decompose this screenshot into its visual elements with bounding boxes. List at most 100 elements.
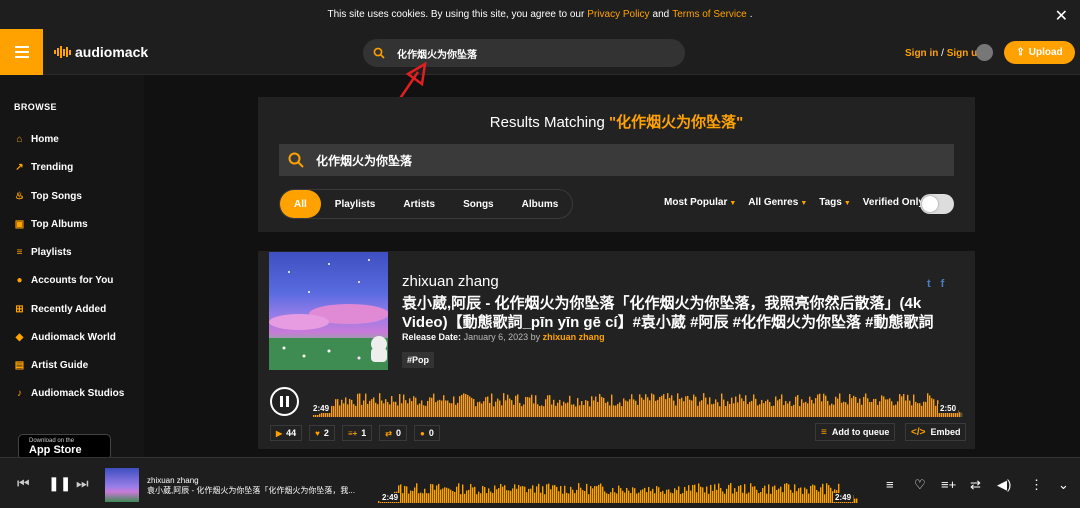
waveform-bar <box>550 489 552 503</box>
waveform-bar <box>801 399 803 417</box>
song-waveform[interactable] <box>313 387 963 417</box>
sidebar-item-home[interactable]: ⌂ Home <box>14 134 58 145</box>
tab-artists[interactable]: Artists <box>389 190 449 218</box>
song-title[interactable]: 袁小葳,阿辰 - 化作烟火为你坠落「化作烟火为你坠落，我照亮你然后散落」(4k … <box>402 294 967 332</box>
upload-label: Upload <box>1028 47 1063 58</box>
embed-button[interactable]: </> Embed <box>905 423 967 441</box>
sidebar-item-world[interactable]: ◆ Audiomack World <box>14 332 116 343</box>
waveform-bar <box>460 494 462 503</box>
sidebar-item-label: Top Albums <box>31 219 88 230</box>
sidebar-item-top-songs[interactable]: ♨ Top Songs <box>14 191 82 202</box>
tab-playlists[interactable]: Playlists <box>321 190 390 218</box>
waveform-bar <box>613 405 615 417</box>
waveform-bar <box>802 493 804 503</box>
close-icon[interactable]: ✕ <box>1055 6 1068 26</box>
adds-stat[interactable]: ≡+ 1 <box>341 425 373 441</box>
player-track-info[interactable]: zhixuan zhang 袁小葳,阿辰 - 化作烟火为你坠落「化作烟火为你坠落… <box>147 476 355 496</box>
genre-tag[interactable]: #Pop <box>402 352 435 368</box>
likes-stat[interactable]: ♥ 2 <box>309 425 335 441</box>
waveform-bar <box>361 404 363 417</box>
waveform-bar <box>687 395 689 417</box>
waveform-bar <box>481 403 483 417</box>
waveform-bar <box>493 406 495 417</box>
verified-only-toggle[interactable] <box>920 194 954 214</box>
sidebar-heading: BROWSE <box>14 102 57 112</box>
waveform-bar <box>589 406 591 417</box>
queue-icon[interactable]: ≡ <box>886 477 894 492</box>
sidebar-item-top-albums[interactable]: ▣ Top Albums <box>14 219 88 230</box>
waveform-bar <box>724 493 726 503</box>
waveform-bar <box>797 395 799 417</box>
sort-dropdown[interactable]: Most Popular ▼ <box>664 197 736 208</box>
waveform-bar <box>700 486 702 503</box>
header-search-value: 化作烟火为你坠落 <box>397 49 477 61</box>
waveform-bar <box>718 483 720 503</box>
waveform-bar <box>464 493 466 503</box>
tab-albums[interactable]: Albums <box>508 190 573 218</box>
waveform-bar <box>829 405 831 417</box>
tab-songs[interactable]: Songs <box>449 190 508 218</box>
twitter-icon[interactable]: t <box>927 278 931 290</box>
waveform-bar <box>454 491 456 503</box>
waveform-bar <box>672 493 674 503</box>
waveform-bar <box>467 394 469 417</box>
facebook-icon[interactable]: f <box>941 278 945 290</box>
verified-only-label: Verified Only <box>862 197 924 208</box>
waveform-bar <box>798 488 800 503</box>
waveform-bar <box>636 493 638 503</box>
sidebar-item-recently-added[interactable]: ⊞ Recently Added <box>14 304 106 315</box>
chevron-down-icon[interactable]: ⌄ <box>1058 477 1069 493</box>
plays-stat[interactable]: ▶ 44 <box>270 425 303 441</box>
volume-icon[interactable]: ◀) <box>997 477 1011 493</box>
upload-button[interactable]: ⇪ Upload <box>1004 41 1075 64</box>
waveform-bar <box>845 402 847 417</box>
comments-stat[interactable]: ● 0 <box>414 425 440 441</box>
sidebar-item-accounts[interactable]: ● Accounts for You <box>14 275 113 286</box>
waveform-bar <box>522 486 524 503</box>
waveform-bar <box>789 401 791 417</box>
repeat-icon[interactable]: ⇄ <box>970 477 981 493</box>
waveform-bar <box>814 485 816 503</box>
tags-dropdown[interactable]: Tags ▼ <box>819 197 851 208</box>
heart-icon[interactable]: ♡ <box>914 477 926 493</box>
waveform-bar <box>516 488 518 503</box>
sidebar-item-studios[interactable]: ♪ Audiomack Studios <box>14 388 124 399</box>
sidebar-item-artist-guide[interactable]: ▤ Artist Guide <box>14 360 88 371</box>
hamburger-menu-icon[interactable] <box>0 29 43 75</box>
privacy-policy-link[interactable]: Privacy Policy <box>587 9 649 20</box>
pause-button[interactable] <box>270 387 299 416</box>
waveform-bar <box>449 402 451 417</box>
waveform-bar <box>696 492 698 503</box>
waveform-bar <box>484 487 486 503</box>
embed-icon: </> <box>911 426 926 438</box>
previous-icon[interactable]: ⏮ <box>17 475 30 492</box>
player-artist: zhixuan zhang <box>147 476 199 485</box>
waveform-bar <box>520 486 522 503</box>
song-artwork[interactable] <box>269 252 388 370</box>
uploader-link[interactable]: zhixuan zhang <box>543 332 605 342</box>
pause-icon[interactable]: ❚❚ <box>48 475 71 492</box>
sidebar-item-label: Accounts for You <box>31 275 114 286</box>
waveform-bar <box>625 400 627 417</box>
tab-all[interactable]: All <box>280 190 321 218</box>
player-artwork[interactable] <box>105 468 139 502</box>
next-icon[interactable]: ⏭ <box>76 475 89 492</box>
reposts-stat[interactable]: ⇄ 0 <box>379 425 408 441</box>
add-to-playlist-icon[interactable]: ≡+ <box>941 477 956 492</box>
more-options-icon[interactable]: ⋮ <box>1030 477 1043 493</box>
plus-box-icon: ⊞ <box>15 304 24 315</box>
sidebar-item-playlists[interactable]: ≡ Playlists <box>14 247 72 258</box>
player-waveform[interactable] <box>378 478 858 503</box>
add-to-queue-button[interactable]: ≡ Add to queue <box>815 423 896 441</box>
song-artist[interactable]: zhixuan zhang <box>402 273 499 290</box>
sidebar-item-label: Top Songs <box>31 191 82 202</box>
sidebar-item-trending[interactable]: ↗ Trending <box>14 162 73 173</box>
audiomack-logo[interactable]: audiomack <box>54 44 148 60</box>
results-search-input[interactable]: 化作烟火为你坠落 <box>279 144 954 176</box>
waveform-bar <box>897 401 899 417</box>
genre-dropdown[interactable]: All Genres ▼ <box>748 197 807 208</box>
user-avatar-icon[interactable] <box>976 44 993 61</box>
waveform-bar <box>427 400 429 417</box>
terms-link[interactable]: Terms of Service <box>672 9 746 20</box>
sign-in-link[interactable]: Sign in <box>905 48 938 59</box>
